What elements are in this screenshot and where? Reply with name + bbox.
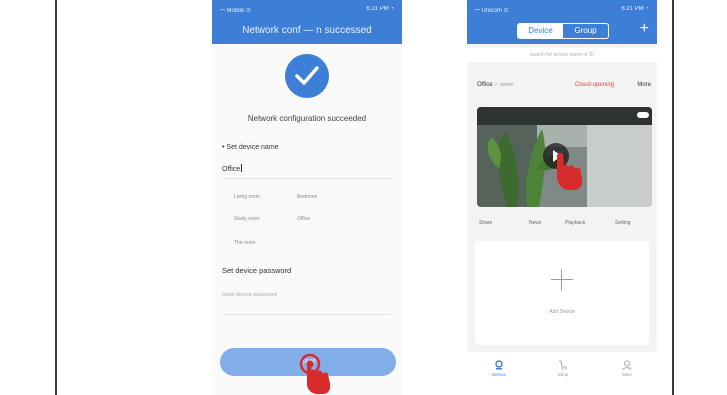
tap-hand-icon — [557, 153, 583, 190]
suggest-study-room[interactable]: Study room — [234, 216, 260, 222]
status-carrier: ꟷ Unicom ⊙ — [475, 8, 509, 14]
suggest-office[interactable]: Office — [297, 216, 310, 222]
tap-hand-icon — [299, 353, 331, 394]
password-input[interactable]: Input device password — [222, 292, 277, 298]
device-name-input[interactable]: Office — [222, 164, 242, 173]
suggest-living-room[interactable]: Living room — [234, 194, 260, 200]
password-underline — [222, 314, 390, 315]
add-icon[interactable]: + — [640, 21, 649, 37]
location-name: Office — [477, 82, 493, 88]
nav-device[interactable]: Device — [479, 360, 519, 377]
action-share[interactable]: Share — [479, 220, 492, 226]
nav-mine[interactable]: Mine — [607, 360, 647, 377]
add-device-card[interactable]: Add Device — [475, 241, 649, 345]
action-news[interactable]: News — [529, 220, 542, 226]
add-device-label: Add Device — [549, 309, 575, 315]
cloud-link[interactable]: Cloud-opening — [575, 82, 614, 88]
nav-shop-label: Shop — [557, 372, 569, 377]
nav-mine-label: Mine — [622, 372, 632, 377]
status-time: 6:21 PM ◔ — [621, 6, 649, 12]
action-setting[interactable]: Setting — [615, 220, 631, 226]
device-group-toggle: Device Group — [517, 23, 609, 39]
name-input-underline — [222, 178, 392, 179]
status-carrier: ꟷ Mobile ⊙ — [220, 8, 251, 14]
cart-icon — [559, 360, 567, 370]
user-icon — [622, 360, 632, 370]
success-check-icon — [285, 54, 329, 98]
device-location: Office ✓ online — [477, 82, 513, 88]
set-password-label: Set device password — [222, 266, 292, 275]
bottom-nav: Device Shop Mine — [467, 352, 657, 395]
phone-device-list: ꟷ Unicom ⊙ 6:21 PM ◔ Device Group + sear… — [467, 0, 657, 395]
action-playback[interactable]: Playback — [565, 220, 585, 226]
add-device-icon — [551, 269, 573, 291]
divider-left — [55, 0, 57, 395]
tab-device[interactable]: Device — [518, 24, 563, 38]
online-status: ✓ online — [494, 82, 514, 88]
header-bar: ꟷ Mobile ⊙ 6:21 PM ◔ Network conf — n su… — [212, 0, 402, 44]
device-icon — [495, 360, 503, 370]
status-time: 6:21 PM ◔ — [366, 6, 394, 12]
nav-device-label: Device — [492, 372, 506, 377]
suggest-the-room[interactable]: The room — [234, 240, 255, 246]
phone-network-config: ꟷ Mobile ⊙ 6:21 PM ◔ Network conf — n su… — [212, 0, 402, 395]
nav-shop[interactable]: Shop — [543, 360, 583, 377]
set-name-label: • Set device name — [222, 144, 279, 151]
more-link[interactable]: More — [637, 82, 651, 88]
divider-right — [672, 0, 674, 395]
suggest-bedroom[interactable]: Bedroom — [297, 194, 317, 200]
search-input[interactable]: search for device name or ID — [467, 48, 657, 62]
page-title: Network conf — n successed — [242, 25, 372, 36]
header-bar: ꟷ Unicom ⊙ 6:21 PM ◔ Device Group + — [467, 0, 657, 44]
success-message: Network configuration succeeded — [247, 114, 367, 123]
tab-group[interactable]: Group — [563, 24, 608, 38]
